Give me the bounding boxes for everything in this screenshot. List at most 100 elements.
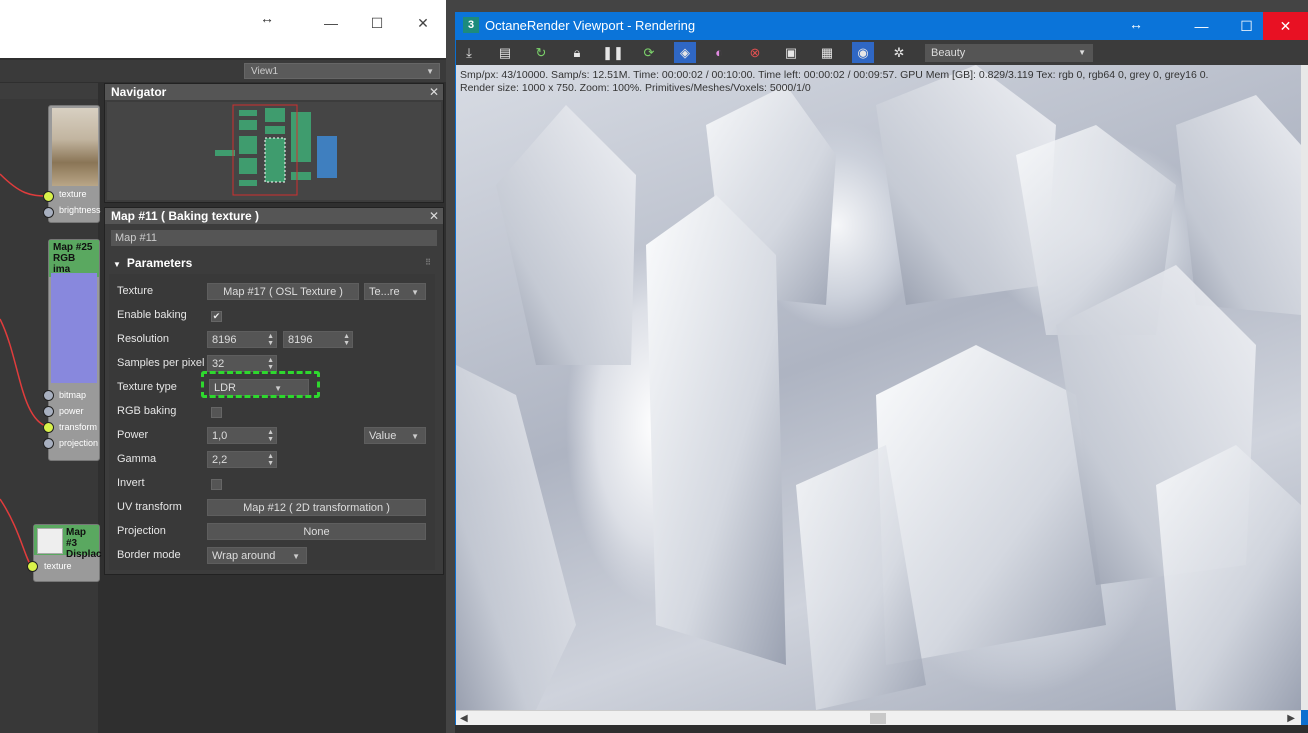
node-input-label: projection <box>59 438 99 448</box>
window-title: OctaneRender Viewport - Rendering <box>485 18 696 33</box>
bottom-edge <box>455 725 1308 733</box>
invert-label: Invert <box>117 477 145 489</box>
power-mode-dropdown[interactable]: Value ▼ <box>364 427 426 444</box>
projection-map-button[interactable]: None <box>207 523 426 540</box>
gamma-spinner[interactable]: 2,2 ▲ ▼ <box>207 451 277 468</box>
resolution-width-spinner[interactable]: 8196 ▲ ▼ <box>207 331 277 348</box>
nav-block <box>239 158 257 174</box>
node-canvas[interactable]: texture brightness Map #25 RGB ima bitma… <box>0 99 102 733</box>
navigator-canvas[interactable] <box>107 102 441 200</box>
border-mode-dropdown[interactable]: Wrap around ▼ <box>207 547 307 564</box>
parameters-box: Texture Map #17 ( OSL Texture ) Te...re ▼… <box>109 274 435 570</box>
socket-texture[interactable] <box>43 191 54 202</box>
node-input-label: transform <box>59 422 98 432</box>
render-image <box>456 65 1301 710</box>
wire <box>0 173 49 197</box>
power-spinner[interactable]: 1,0 ▲ ▼ <box>207 427 277 444</box>
parameters-rollout-header[interactable]: ▼ Parameters ⠿ <box>109 254 437 272</box>
nav-block-selected <box>264 137 286 183</box>
spinner-arrows-icon[interactable]: ▲ ▼ <box>267 429 274 443</box>
restart-icon[interactable]: ↻ <box>530 42 552 63</box>
panel-title: Map #11 ( Baking texture ) <box>105 208 443 224</box>
parameters-title: Parameters <box>126 256 193 270</box>
socket-texture[interactable] <box>27 561 38 572</box>
lock-icon[interactable]: 🔒︎ <box>566 42 588 63</box>
vertical-scrollbar[interactable] <box>1301 65 1308 710</box>
nav-block <box>239 180 257 186</box>
view-tab-strip <box>0 83 98 99</box>
rgb-image-node[interactable]: Map #25 RGB ima bitmap power transform p… <box>48 239 100 461</box>
uv-transform-map-button[interactable]: Map #12 ( 2D transformation ) <box>207 499 426 516</box>
maximize-button[interactable]: ☐ <box>362 8 392 38</box>
socket-power[interactable] <box>43 406 54 417</box>
minimize-button[interactable]: — <box>1179 12 1224 40</box>
view-dropdown[interactable]: View1 ▼ <box>244 63 440 79</box>
clay-mode-icon[interactable]: ◈ <box>674 42 696 63</box>
invert-checkbox[interactable] <box>211 479 222 490</box>
node-input-label: brightness <box>59 205 101 215</box>
socket-transform[interactable] <box>43 422 54 433</box>
node-title-line2: RGB ima <box>53 253 76 275</box>
refresh-icon[interactable]: ⟳ <box>638 42 660 63</box>
chevron-down-icon: ▼ <box>292 552 300 561</box>
wire <box>0 318 49 428</box>
spinner-arrows-icon[interactable]: ▲ ▼ <box>343 333 350 347</box>
color-picker-icon[interactable]: ◐ <box>708 42 730 63</box>
gamma-label: Gamma <box>117 453 157 465</box>
socket-bitmap[interactable] <box>43 390 54 401</box>
spinner-arrows-icon[interactable]: ▲ ▼ <box>267 453 274 467</box>
spinner-arrows-icon[interactable]: ▲ ▼ <box>267 357 274 371</box>
snapshot-icon[interactable]: ▦ <box>816 42 838 63</box>
resize-arrow-icon[interactable]: ↔ <box>260 10 274 26</box>
scroll-left-icon[interactable]: ◀ <box>460 711 468 726</box>
node-input-label: texture <box>44 561 72 571</box>
settings-icon[interactable]: ✲ <box>888 42 910 63</box>
scrollbar-thumb[interactable] <box>870 713 886 724</box>
spp-spinner[interactable]: 32 ▲ ▼ <box>207 355 277 372</box>
spp-label: Samples per pixel <box>117 357 205 369</box>
crystal-shape <box>456 365 576 710</box>
texture-node[interactable]: texture brightness <box>48 105 101 223</box>
resolution-height-spinner[interactable]: 8196 ▲ ▼ <box>283 331 353 348</box>
texture-map-button[interactable]: Map #17 ( OSL Texture ) <box>207 283 359 300</box>
nav-block <box>265 108 285 122</box>
crystal-shape <box>496 105 636 365</box>
socket-brightness[interactable] <box>43 207 54 218</box>
wire <box>0 498 33 568</box>
render-pass-dropdown[interactable]: Beauty ▼ <box>925 44 1093 62</box>
close-icon[interactable]: ✕ <box>429 84 439 100</box>
film-icon[interactable]: ▣ <box>780 42 802 63</box>
displacement-node[interactable]: Map #3 Displac texture <box>33 524 102 582</box>
border-mode-label: Border mode <box>117 549 181 561</box>
rgb-baking-checkbox[interactable] <box>211 407 222 418</box>
crystal-shape <box>1156 445 1301 710</box>
power-label: Power <box>117 429 149 441</box>
copy-clipboard-icon[interactable]: ▤ <box>494 42 516 63</box>
nav-block <box>291 172 311 180</box>
resize-arrow-icon[interactable]: ↔ <box>1129 16 1143 32</box>
pause-icon[interactable]: ❚❚ <box>602 42 624 63</box>
camera-icon[interactable]: ◉ <box>852 42 874 63</box>
close-icon[interactable]: ✕ <box>429 208 439 224</box>
minimize-button[interactable]: — <box>316 8 346 38</box>
texture-mode-dropdown[interactable]: Te...re ▼ <box>364 283 426 300</box>
scroll-right-icon[interactable]: ▶ <box>1287 711 1295 726</box>
socket-projection[interactable] <box>43 438 54 449</box>
save-render-icon[interactable]: ⤓ <box>458 42 480 63</box>
region-icon[interactable]: ⊗ <box>744 42 766 63</box>
nav-block <box>239 110 257 116</box>
enable-baking-checkbox[interactable]: ✔ <box>211 311 222 322</box>
map-name-field[interactable]: Map #11 <box>111 230 437 246</box>
chevron-down-icon: ▼ <box>1078 48 1086 57</box>
close-button[interactable]: ✕ <box>408 8 438 38</box>
nav-block <box>291 112 311 162</box>
node-title-line2: Displac <box>66 549 102 560</box>
spinner-value: 8196 <box>288 334 313 346</box>
horizontal-scrollbar[interactable]: ◀ ▶ <box>456 710 1301 726</box>
max-window-titlebar: ↔ — ☐ ✕ <box>0 0 446 58</box>
node-title-line1: Map #25 <box>53 242 93 253</box>
spinner-arrows-icon[interactable]: ▲ ▼ <box>267 333 274 347</box>
close-button[interactable]: ✕ <box>1263 12 1308 40</box>
render-viewport[interactable]: Smp/px: 43/10000. Samp/s: 12.51M. Time: … <box>456 65 1301 710</box>
octane-titlebar[interactable]: 3 OctaneRender Viewport - Rendering ↔ — … <box>455 12 1308 40</box>
